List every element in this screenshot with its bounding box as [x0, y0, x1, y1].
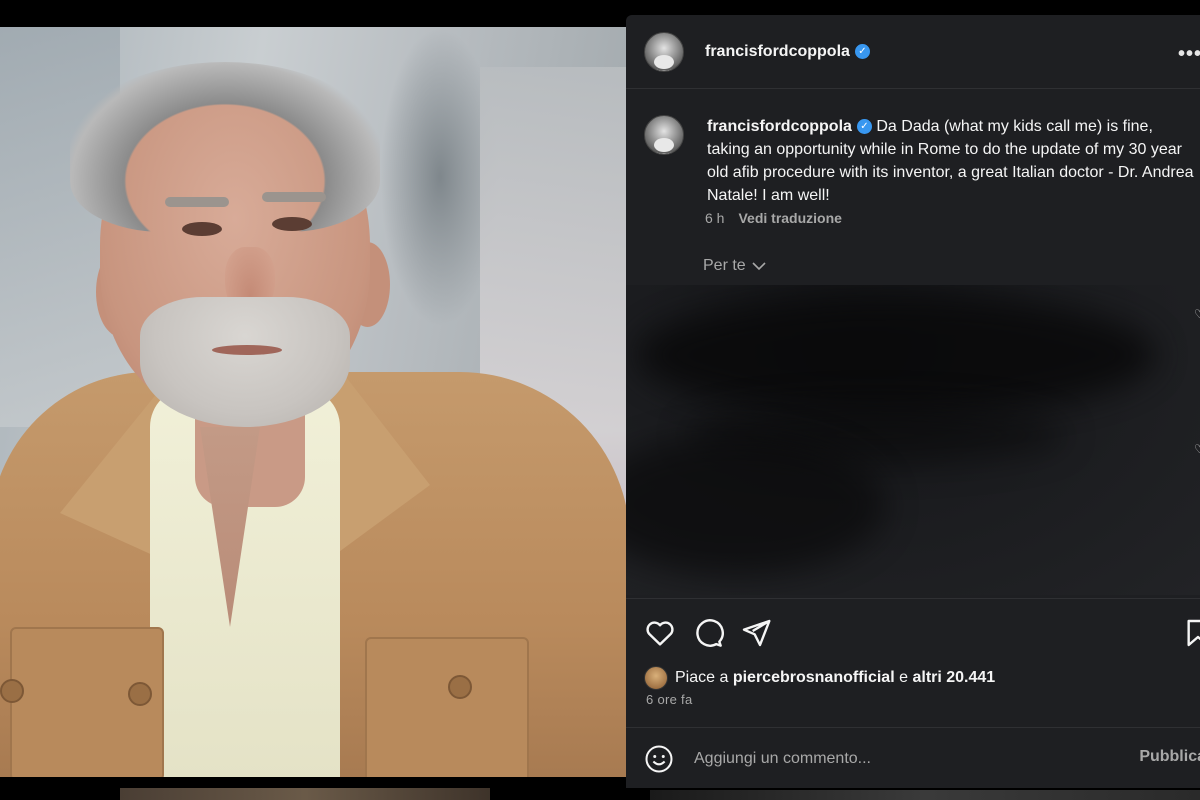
photo-eye — [272, 217, 312, 231]
caption-time[interactable]: 6 h — [705, 210, 724, 226]
chevron-down-icon — [752, 262, 766, 271]
caption-meta: 6 h Vedi traduzione — [705, 210, 842, 226]
emoji-icon[interactable] — [644, 744, 674, 774]
verified-badge-icon: ✓ — [856, 119, 872, 135]
photo-mouth — [212, 345, 282, 355]
more-options-icon[interactable]: ••• — [1178, 43, 1200, 66]
caption-row: francisfordcoppola ✓ Da Dada (what my kid… — [644, 115, 1200, 207]
post-caption: francisfordcoppola ✓ Da Dada (what my kid… — [707, 115, 1197, 207]
background-strip — [650, 790, 1200, 800]
post-header: francisfordcoppola ✓ ••• — [626, 15, 1200, 89]
comment-bar: Pubblica — [626, 727, 1200, 789]
likes-middle: e — [899, 669, 909, 686]
likes-prefix: Piace a — [675, 669, 729, 686]
share-send-icon[interactable] — [740, 617, 772, 649]
photo-eye — [182, 222, 222, 236]
photo-pocket — [365, 637, 529, 777]
photo-beard — [140, 297, 350, 427]
comment-input[interactable] — [692, 748, 1116, 769]
verified-badge-icon: ✓ — [854, 44, 870, 59]
likes-others-count[interactable]: altri 20.441 — [912, 669, 995, 687]
for-you-dropdown[interactable]: Per te — [703, 257, 766, 275]
comment-like-icon[interactable]: ♡ — [1194, 442, 1200, 456]
post-time-ago: 6 ore fa — [646, 692, 693, 707]
translate-link[interactable]: Vedi traduzione — [738, 210, 841, 226]
blur-shape — [636, 295, 1156, 415]
post-actions — [626, 598, 1200, 659]
save-bookmark-icon[interactable] — [1182, 617, 1200, 649]
comment-bubble-icon[interactable] — [692, 617, 724, 649]
post-photo[interactable] — [0, 27, 626, 777]
comment-like-icon[interactable]: ♡ — [1194, 307, 1200, 321]
for-you-label: Per te — [703, 257, 746, 274]
author-username[interactable]: francisfordcoppola — [705, 43, 850, 61]
liker-avatar — [644, 666, 668, 690]
likes-summary[interactable]: Piace a piercebrosnanofficial e altri 20… — [644, 666, 995, 690]
photo-button — [0, 679, 24, 703]
caption-username[interactable]: francisfordcoppola — [707, 118, 852, 135]
photo-button — [128, 682, 152, 706]
background-strip — [120, 788, 490, 800]
photo-brow — [165, 197, 229, 207]
post-panel: francisfordcoppola ✓ ••• francisfordcopp… — [626, 15, 1200, 788]
comments-blurred-area: ♡ ♡ — [626, 285, 1200, 595]
photo-brow — [262, 192, 326, 202]
liker-username[interactable]: piercebrosnanofficial — [733, 669, 895, 687]
caption-author-avatar[interactable] — [644, 115, 684, 155]
photo-button — [448, 675, 472, 699]
publish-button[interactable]: Pubblica — [1139, 748, 1200, 766]
like-heart-icon[interactable] — [644, 617, 676, 649]
author-avatar[interactable] — [644, 31, 684, 72]
